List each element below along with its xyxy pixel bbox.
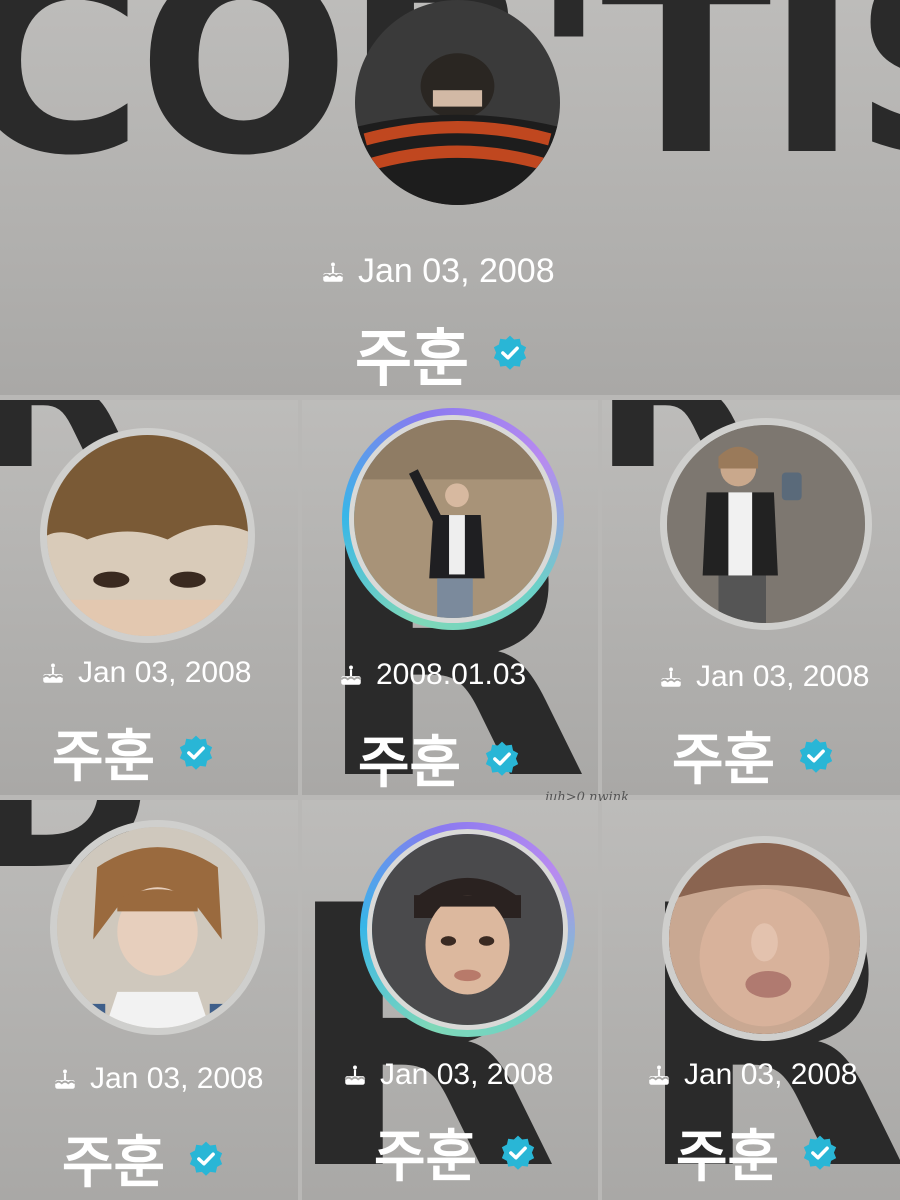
profile-name: 주훈: [355, 322, 470, 395]
birthday-row: Jan 03, 2008: [320, 252, 555, 291]
profile-name-row: 주훈: [358, 718, 521, 795]
profile-name: 주훈: [62, 1131, 166, 1196]
profile-avatar[interactable]: [342, 408, 564, 630]
profile-panel-7: R Jan 03, 2008 주훈: [602, 800, 900, 1200]
verified-badge-icon: [189, 1141, 223, 1176]
profile-name: 주훈: [358, 731, 462, 795]
avatar-photo: [355, 0, 560, 205]
profile-name-row: 주훈: [52, 712, 215, 793]
verified-badge-icon: [179, 735, 213, 770]
cake-icon: [42, 663, 64, 683]
profile-name-row: 주훈: [676, 1112, 839, 1193]
avatar-photo: [47, 435, 248, 636]
profile-panel-4: R Jan 03, 2008 주훈: [602, 400, 900, 795]
profile-name: 주훈: [374, 1125, 478, 1190]
profile-name-row: 주훈: [374, 1112, 537, 1193]
verified-badge-icon: [485, 741, 519, 776]
profile-avatar[interactable]: [662, 836, 867, 1041]
birthday-row: Jan 03, 2008: [658, 660, 869, 694]
avatar-photo: [354, 420, 552, 618]
cake-icon: [340, 665, 362, 685]
birthday-row: Jan 03, 2008: [646, 1058, 857, 1092]
birthday-row: Jan 03, 2008: [342, 1058, 553, 1092]
cake-icon: [344, 1065, 366, 1085]
profile-name: 주훈: [672, 728, 776, 793]
profile-avatar[interactable]: [360, 822, 575, 1037]
profile-panel-6: R Jan 03, 2008 주훈: [302, 800, 598, 1200]
profile-avatar[interactable]: [660, 418, 872, 630]
avatar-photo: [669, 843, 860, 1034]
avatar-photo: [372, 834, 563, 1025]
cake-icon: [54, 1069, 76, 1089]
birthday-text: Jan 03, 2008: [696, 660, 870, 693]
profile-name-row: 주훈: [62, 1118, 225, 1199]
verified-badge-icon: [803, 1135, 837, 1170]
verified-badge-icon: [493, 335, 527, 370]
birthday-row: Jan 03, 2008: [40, 656, 251, 690]
birthday-text: Jan 03, 2008: [90, 1062, 264, 1095]
birthday-text: Jan 03, 2008: [380, 1058, 554, 1091]
verified-badge-icon: [799, 738, 833, 773]
birthday-row: Jan 03, 2008: [52, 1062, 263, 1096]
profile-name: 주훈: [676, 1125, 780, 1190]
profile-avatar[interactable]: [355, 0, 560, 205]
birthday-row: 2008.01.03: [338, 658, 526, 692]
profile-avatar[interactable]: [40, 428, 255, 643]
profile-avatar[interactable]: [50, 820, 265, 1035]
avatar-photo: [57, 827, 258, 1028]
birthday-text: Jan 03, 2008: [78, 656, 252, 689]
cake-icon: [648, 1065, 670, 1085]
verified-badge-icon: [501, 1135, 535, 1170]
profile-panel-5: D Jan 03, 2008 주훈: [0, 800, 298, 1200]
birthday-text: Jan 03, 2008: [684, 1058, 858, 1091]
profile-name-row: 주훈: [355, 308, 529, 395]
avatar-photo: [667, 425, 865, 623]
birthday-text: 2008.01.03: [376, 658, 527, 691]
cake-icon: [322, 261, 344, 282]
profile-name: 주훈: [52, 725, 156, 790]
birthday-text: Jan 03, 2008: [358, 252, 555, 290]
profile-panel-1: COR'TIS Jan 03, 2008 주훈: [0, 0, 900, 395]
profile-panel-3: R 2008.01.03 주훈: [302, 400, 598, 795]
cake-icon: [660, 667, 682, 687]
profile-panel-2: R Jan 03, 2008 주훈: [0, 400, 298, 795]
profile-name-row: 주훈: [672, 715, 835, 795]
